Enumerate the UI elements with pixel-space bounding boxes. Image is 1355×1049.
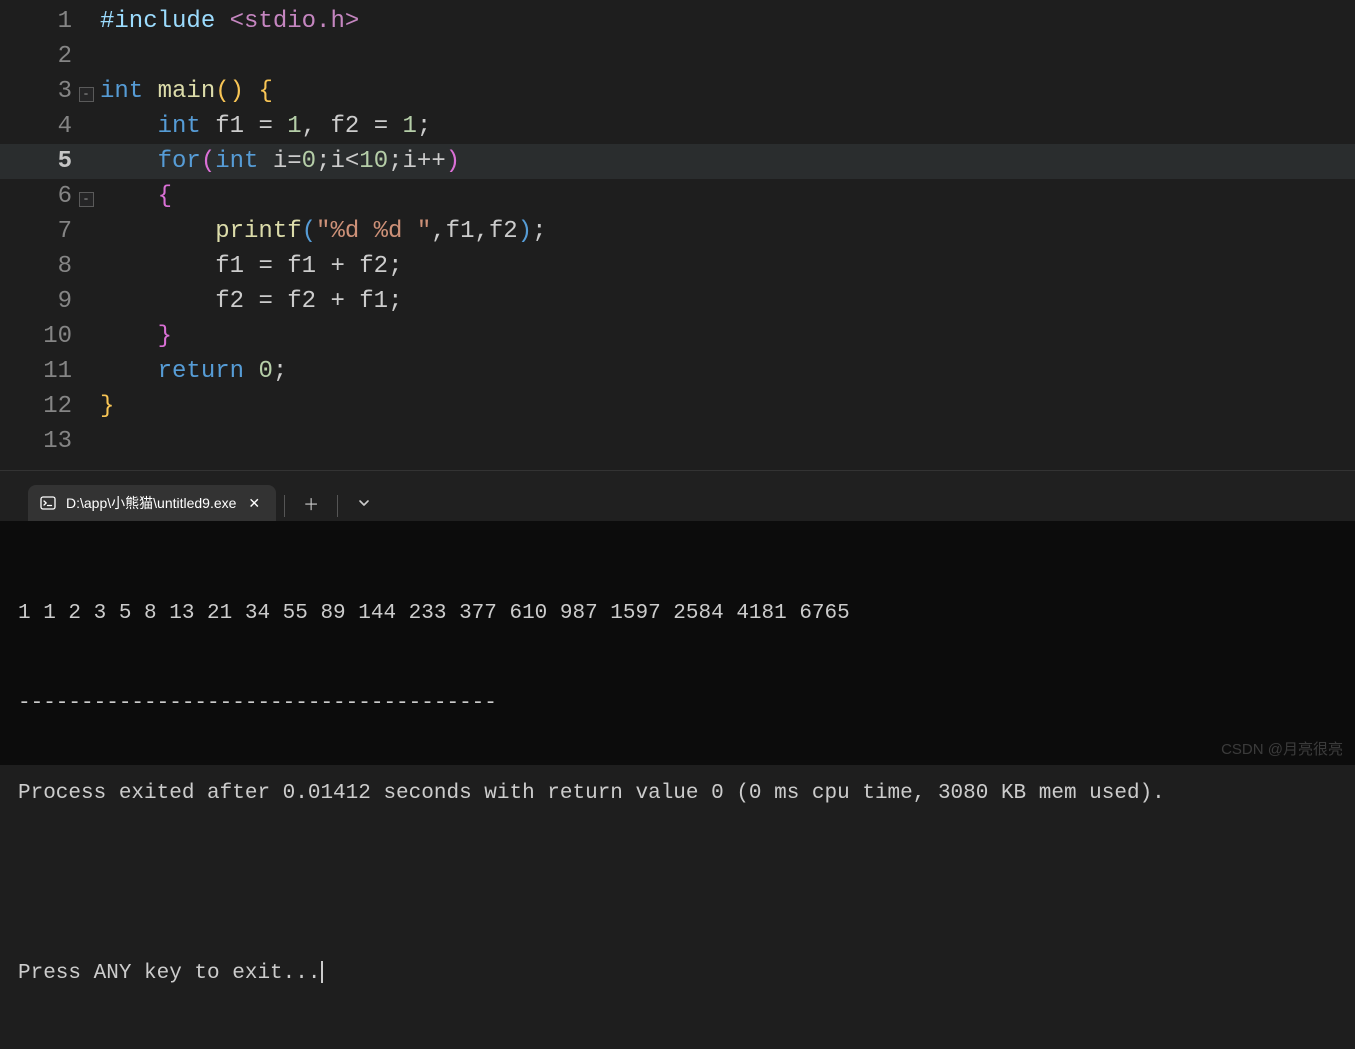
terminal-output[interactable]: 1 1 2 3 5 8 13 21 34 55 89 144 233 377 6… [0,521,1355,1049]
line-number: 4 [0,109,78,144]
line-number: 3 [0,74,78,109]
code-line[interactable]: 9 f2 = f2 + f1; [0,284,1355,319]
output-exit-message: Process exited after 0.01412 seconds wit… [18,779,1337,809]
line-number: 8 [0,249,78,284]
line-number: 5 [0,144,78,179]
output-blank [18,869,1337,899]
line-number: 12 [0,389,78,424]
code-line[interactable]: 7 printf("%d %d ",f1,f2); [0,214,1355,249]
line-number: 6 [0,179,78,214]
code-content[interactable]: } [94,319,172,354]
line-number: 13 [0,424,78,459]
output-fib-line: 1 1 2 3 5 8 13 21 34 55 89 144 233 377 6… [18,599,1337,629]
close-icon[interactable]: ✕ [246,493,262,514]
code-line[interactable]: 4 int f1 = 1, f2 = 1; [0,109,1355,144]
line-number: 9 [0,284,78,319]
terminal-tab-title: D:\app\小熊猫\untitled9.exe [66,493,236,513]
code-line[interactable]: 12} [0,389,1355,424]
code-line[interactable]: 6- { [0,179,1355,214]
new-tab-button[interactable]: ＋ [293,485,329,521]
code-content[interactable]: return 0; [94,354,287,389]
terminal-tab[interactable]: D:\app\小熊猫\untitled9.exe ✕ [28,485,276,521]
code-content[interactable]: int main() { [94,74,273,109]
cursor-icon [321,961,323,983]
line-number: 7 [0,214,78,249]
code-line[interactable]: 1 #include <stdio.h> [0,4,1355,39]
terminal-tab-bar: D:\app\小熊猫\untitled9.exe ✕ ＋ [0,471,1355,521]
fold-toggle-icon[interactable]: - [79,87,94,102]
code-line[interactable]: 8 f1 = f1 + f2; [0,249,1355,284]
code-content[interactable]: for(int i=0;i<10;i++) [94,144,460,179]
output-prompt: Press ANY key to exit... [18,959,1337,989]
line-number: 2 [0,39,78,74]
terminal-icon [40,495,56,511]
fold-toggle-icon[interactable]: - [79,192,94,207]
terminal-panel: D:\app\小熊猫\untitled9.exe ✕ ＋ 1 1 2 3 5 8… [0,470,1355,765]
code-line[interactable]: 3-int main() { [0,74,1355,109]
code-content[interactable]: f2 = f2 + f1; [94,284,403,319]
line-number: 10 [0,319,78,354]
line-number: 1 [0,4,78,39]
code-content[interactable]: #include <stdio.h> [94,4,359,39]
code-content[interactable]: printf("%d %d ",f1,f2); [94,214,547,249]
fold-gutter[interactable]: - [78,74,94,109]
code-editor[interactable]: 1#include <stdio.h>23-int main() {4 int … [0,0,1355,474]
code-content[interactable]: } [94,389,114,424]
output-separator: -------------------------------------- [18,689,1337,719]
tab-divider [337,495,338,517]
code-line[interactable]: 2 [0,39,1355,74]
code-line[interactable]: 5 for(int i=0;i<10;i++) [0,144,1355,179]
code-content[interactable]: int f1 = 1, f2 = 1; [94,109,431,144]
fold-gutter[interactable]: - [78,179,94,214]
watermark: CSDN @月亮很亮 [1221,738,1343,759]
code-line[interactable]: 10 } [0,319,1355,354]
chevron-down-icon [358,497,370,509]
code-line[interactable]: 11 return 0; [0,354,1355,389]
code-content[interactable]: { [94,179,172,214]
code-line[interactable]: 13 [0,424,1355,459]
tab-divider [284,495,285,517]
code-content[interactable]: f1 = f1 + f2; [94,249,403,284]
line-number: 11 [0,354,78,389]
tab-dropdown-button[interactable] [346,485,382,521]
